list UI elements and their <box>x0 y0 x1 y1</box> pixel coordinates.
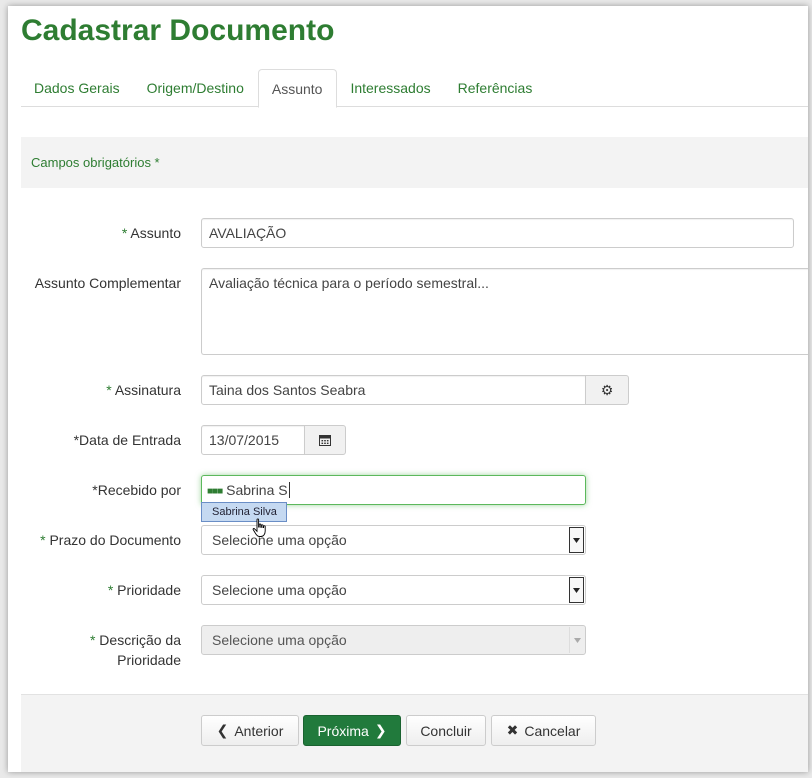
assunto-complementar-textarea[interactable]: Avaliação técnica para o período semestr… <box>201 268 808 355</box>
chevron-down-icon <box>569 627 584 653</box>
anterior-button[interactable]: ❮ Anterior <box>201 715 299 746</box>
assunto-complementar-label: Assunto Complementar <box>34 275 181 291</box>
assinatura-settings-button[interactable]: ⚙ <box>585 375 629 405</box>
form-actions-bar: ❮ Anterior Próxima ❯ Concluir ✖ Cancelar <box>21 694 808 772</box>
recebido-por-input[interactable]: ■■■ Sabrina S <box>201 475 586 505</box>
close-icon: ✖ <box>506 722 519 738</box>
tab-dados-gerais[interactable]: Dados Gerais <box>21 69 134 107</box>
assinatura-input[interactable]: Taina dos Santos Seabra <box>201 375 586 405</box>
tab-assunto[interactable]: Assunto <box>257 69 338 108</box>
recebido-por-label: *Recebido por <box>92 482 181 498</box>
calendar-icon <box>319 435 331 446</box>
chevron-left-icon: ❮ <box>216 722 229 738</box>
prioridade-label: * Prioridade <box>107 582 181 598</box>
gear-icon: ⚙ <box>600 381 614 398</box>
chevron-down-icon[interactable] <box>569 577 584 603</box>
prazo-label: * Prazo do Documento <box>40 532 181 548</box>
page-title: Cadastrar Documento <box>21 14 335 47</box>
assinatura-label: * Assinatura <box>106 382 181 398</box>
data-entrada-label: *Data de Entrada <box>73 432 181 448</box>
chevron-down-icon[interactable] <box>569 527 584 553</box>
tab-interessados[interactable]: Interessados <box>337 69 444 107</box>
app-window: Cadastrar Documento Dados Gerais Origem/… <box>8 6 808 772</box>
descricao-prioridade-label: * Descrição da Prioridade <box>89 632 181 668</box>
chevron-right-icon: ❯ <box>374 722 387 738</box>
cancelar-button[interactable]: ✖ Cancelar <box>491 715 596 746</box>
tab-bar: Dados Gerais Origem/Destino Assunto Inte… <box>21 69 808 108</box>
descricao-prioridade-select: Selecione uma opção <box>201 625 586 655</box>
data-entrada-input[interactable]: 13/07/2015 <box>201 425 305 455</box>
prioridade-select[interactable]: Selecione uma opção <box>201 575 586 605</box>
assunto-label: * Assunto <box>121 225 181 241</box>
proxima-button[interactable]: Próxima ❯ <box>303 715 401 746</box>
hand-cursor-icon <box>252 518 266 537</box>
assunto-input[interactable]: AVALIAÇÃO <box>201 218 794 248</box>
autocomplete-suggestion[interactable]: Sabrina Silva <box>201 502 287 522</box>
tab-referencias[interactable]: Referências <box>445 69 547 107</box>
concluir-button[interactable]: Concluir <box>406 715 486 746</box>
calendar-button[interactable] <box>304 425 346 455</box>
loading-indicator-icon: ■■■ <box>207 486 223 497</box>
required-fields-note: Campos obrigatórios * <box>21 137 808 188</box>
text-caret <box>288 482 290 498</box>
tab-origem-destino[interactable]: Origem/Destino <box>134 69 258 107</box>
